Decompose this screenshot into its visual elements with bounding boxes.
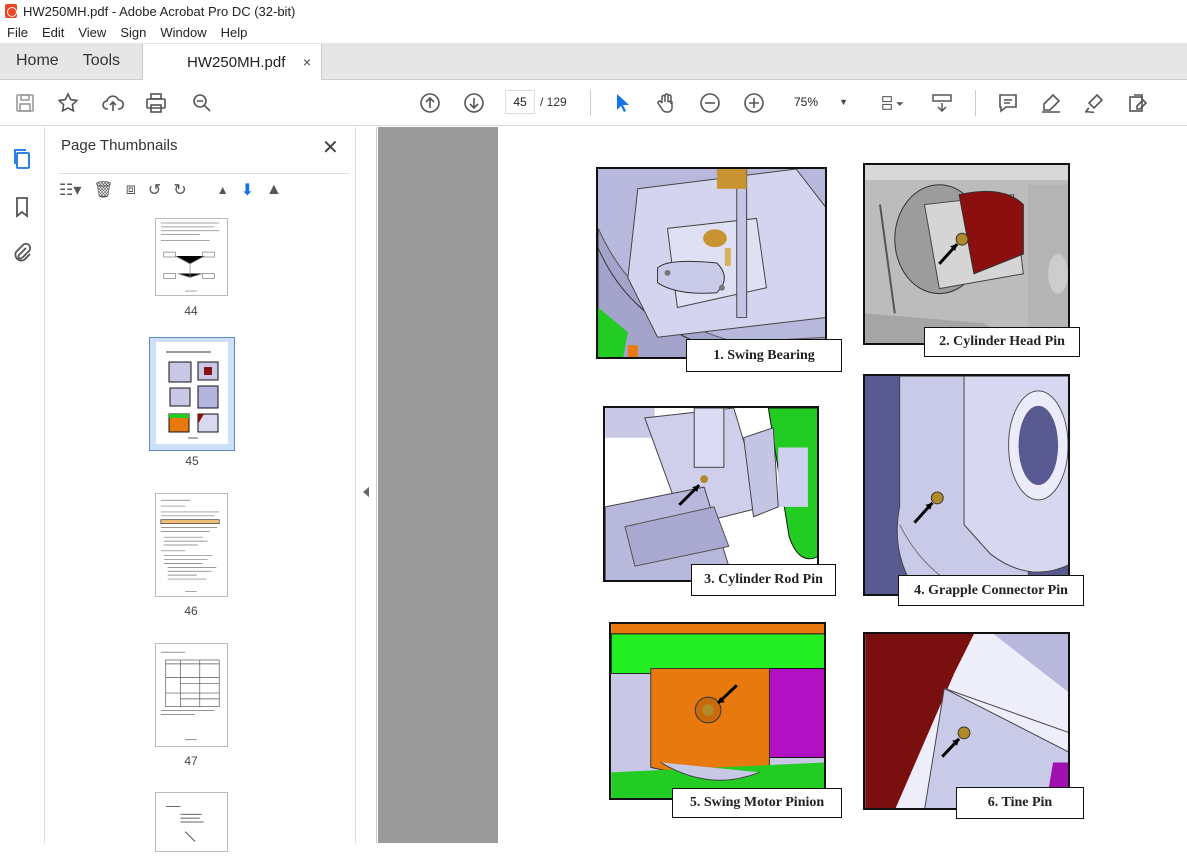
chevron-down-icon: ▼ — [839, 97, 848, 107]
thumbnail-label-47: 47 — [184, 754, 198, 768]
rotate-right-icon[interactable]: ↻ — [173, 180, 186, 200]
menu-file[interactable]: File — [0, 25, 35, 40]
options-menu-icon[interactable]: ☷▾ — [59, 180, 81, 200]
acrobat-icon — [5, 4, 17, 18]
close-tab-icon[interactable]: × — [303, 54, 311, 70]
highlight-pen-icon[interactable] — [1038, 90, 1064, 116]
close-panel-icon[interactable]: ✕ — [322, 135, 339, 160]
find-zoom-icon[interactable] — [189, 90, 215, 116]
figure-cylinder-rod-pin — [603, 406, 819, 582]
menu-sign[interactable]: Sign — [113, 25, 153, 40]
zoom-select[interactable]: 75% ▼ — [784, 90, 854, 114]
thumbnail-page-45-selected[interactable] — [149, 337, 235, 451]
page-thumbnails-icon[interactable] — [10, 147, 34, 171]
toolbar: 45 / 129 75% ▼ — [0, 80, 1187, 126]
caption-4: 4. Grapple Connector Pin — [898, 575, 1084, 606]
upload-cloud-icon[interactable] — [100, 90, 126, 116]
thumbnail-page-48[interactable] — [155, 792, 228, 852]
figure-grapple-connector-pin — [863, 374, 1070, 596]
previous-page-icon[interactable] — [417, 90, 443, 116]
rotate-left-icon[interactable]: ↺ — [148, 180, 161, 200]
thumbnail-page-47[interactable] — [155, 643, 228, 747]
scroll-mode-icon[interactable] — [929, 90, 955, 116]
sign-pen-icon[interactable] — [1081, 90, 1107, 116]
page-number-input[interactable]: 45 — [505, 90, 535, 114]
page-count: / 129 — [540, 95, 567, 109]
caption-3: 3. Cylinder Rod Pin — [691, 564, 836, 596]
extract-page-icon[interactable]: ⧈ — [126, 181, 136, 199]
page-display-icon[interactable] — [874, 90, 910, 116]
title-bar: HW250MH.pdf - Adobe Acrobat Pro DC (32-b… — [0, 0, 1187, 22]
caption-6: 6. Tine Pin — [956, 787, 1084, 819]
menu-edit[interactable]: Edit — [35, 25, 71, 40]
thumbnail-page-46[interactable] — [155, 493, 228, 597]
attachments-paperclip-icon[interactable] — [10, 241, 34, 265]
tab-document[interactable]: HW250MH.pdf × — [142, 44, 323, 80]
toolbar-divider — [590, 90, 591, 116]
save-icon[interactable] — [12, 90, 38, 116]
comment-icon[interactable] — [995, 90, 1021, 116]
zoom-in-thumbs-icon[interactable]: ▲ — [266, 181, 282, 199]
page-thumbnails-panel: Page Thumbnails ✕ ☷▾ 🗑 ⧈ ↺ ↻ ▲ ⬇ ▲ 44 45 — [45, 127, 398, 852]
zoom-out-icon[interactable] — [697, 90, 723, 116]
menu-view[interactable]: View — [71, 25, 113, 40]
collapse-arrow-icon — [363, 487, 369, 497]
menu-help[interactable]: Help — [214, 25, 255, 40]
bookmark-star-icon[interactable] — [55, 90, 81, 116]
zoom-out-thumbs-icon[interactable]: ▲ — [217, 183, 229, 197]
pdf-page: 1. Swing Bearing 2. Cylinder Head Pin 3.… — [498, 127, 1187, 843]
menu-window[interactable]: Window — [153, 25, 213, 40]
panel-title: Page Thumbnails — [61, 137, 178, 154]
thumbnail-label-46: 46 — [184, 604, 198, 618]
caption-5: 5. Swing Motor Pinion — [672, 788, 842, 818]
figure-cylinder-head-pin — [863, 163, 1070, 345]
figure-tine-pin — [863, 632, 1070, 810]
zoom-in-icon[interactable] — [741, 90, 767, 116]
panel-collapse-handle[interactable] — [355, 127, 377, 843]
tab-tools[interactable]: Tools — [75, 43, 136, 79]
tab-home[interactable]: Home — [0, 43, 75, 79]
caption-1: 1. Swing Bearing — [686, 339, 842, 372]
next-page-icon[interactable] — [461, 90, 487, 116]
document-viewer[interactable]: 1. Swing Bearing 2. Cylinder Head Pin 3.… — [378, 127, 1187, 843]
thumbnail-page-44[interactable] — [155, 218, 228, 296]
fill-sign-icon[interactable] — [1125, 90, 1151, 116]
bookmarks-icon[interactable] — [10, 195, 34, 219]
delete-page-icon[interactable]: 🗑 — [93, 180, 113, 200]
window-title: HW250MH.pdf - Adobe Acrobat Pro DC (32-b… — [23, 3, 296, 19]
thumbnail-label-45: 45 — [185, 454, 199, 468]
menu-bar: File Edit View Sign Window Help — [0, 22, 1187, 43]
tab-document-label: HW250MH.pdf — [187, 53, 286, 71]
thumbnail-tools: ☷▾ 🗑 ⧈ ↺ ↻ ▲ ⬇ ▲ — [59, 173, 349, 205]
tab-bar: Home Tools HW250MH.pdf × — [0, 43, 1187, 80]
print-icon[interactable] — [143, 90, 169, 116]
figure-swing-bearing — [596, 167, 827, 359]
hand-tool-icon[interactable] — [653, 90, 679, 116]
caption-2: 2. Cylinder Head Pin — [924, 327, 1080, 357]
navigation-rail — [0, 127, 45, 843]
zoom-value: 75% — [794, 95, 819, 109]
toolbar-divider — [975, 90, 976, 116]
figure-swing-motor-pinion — [609, 622, 826, 800]
thumbnail-label-44: 44 — [184, 304, 198, 318]
select-cursor-icon[interactable] — [609, 90, 635, 116]
zoom-marker-icon[interactable]: ⬇ — [241, 180, 254, 200]
